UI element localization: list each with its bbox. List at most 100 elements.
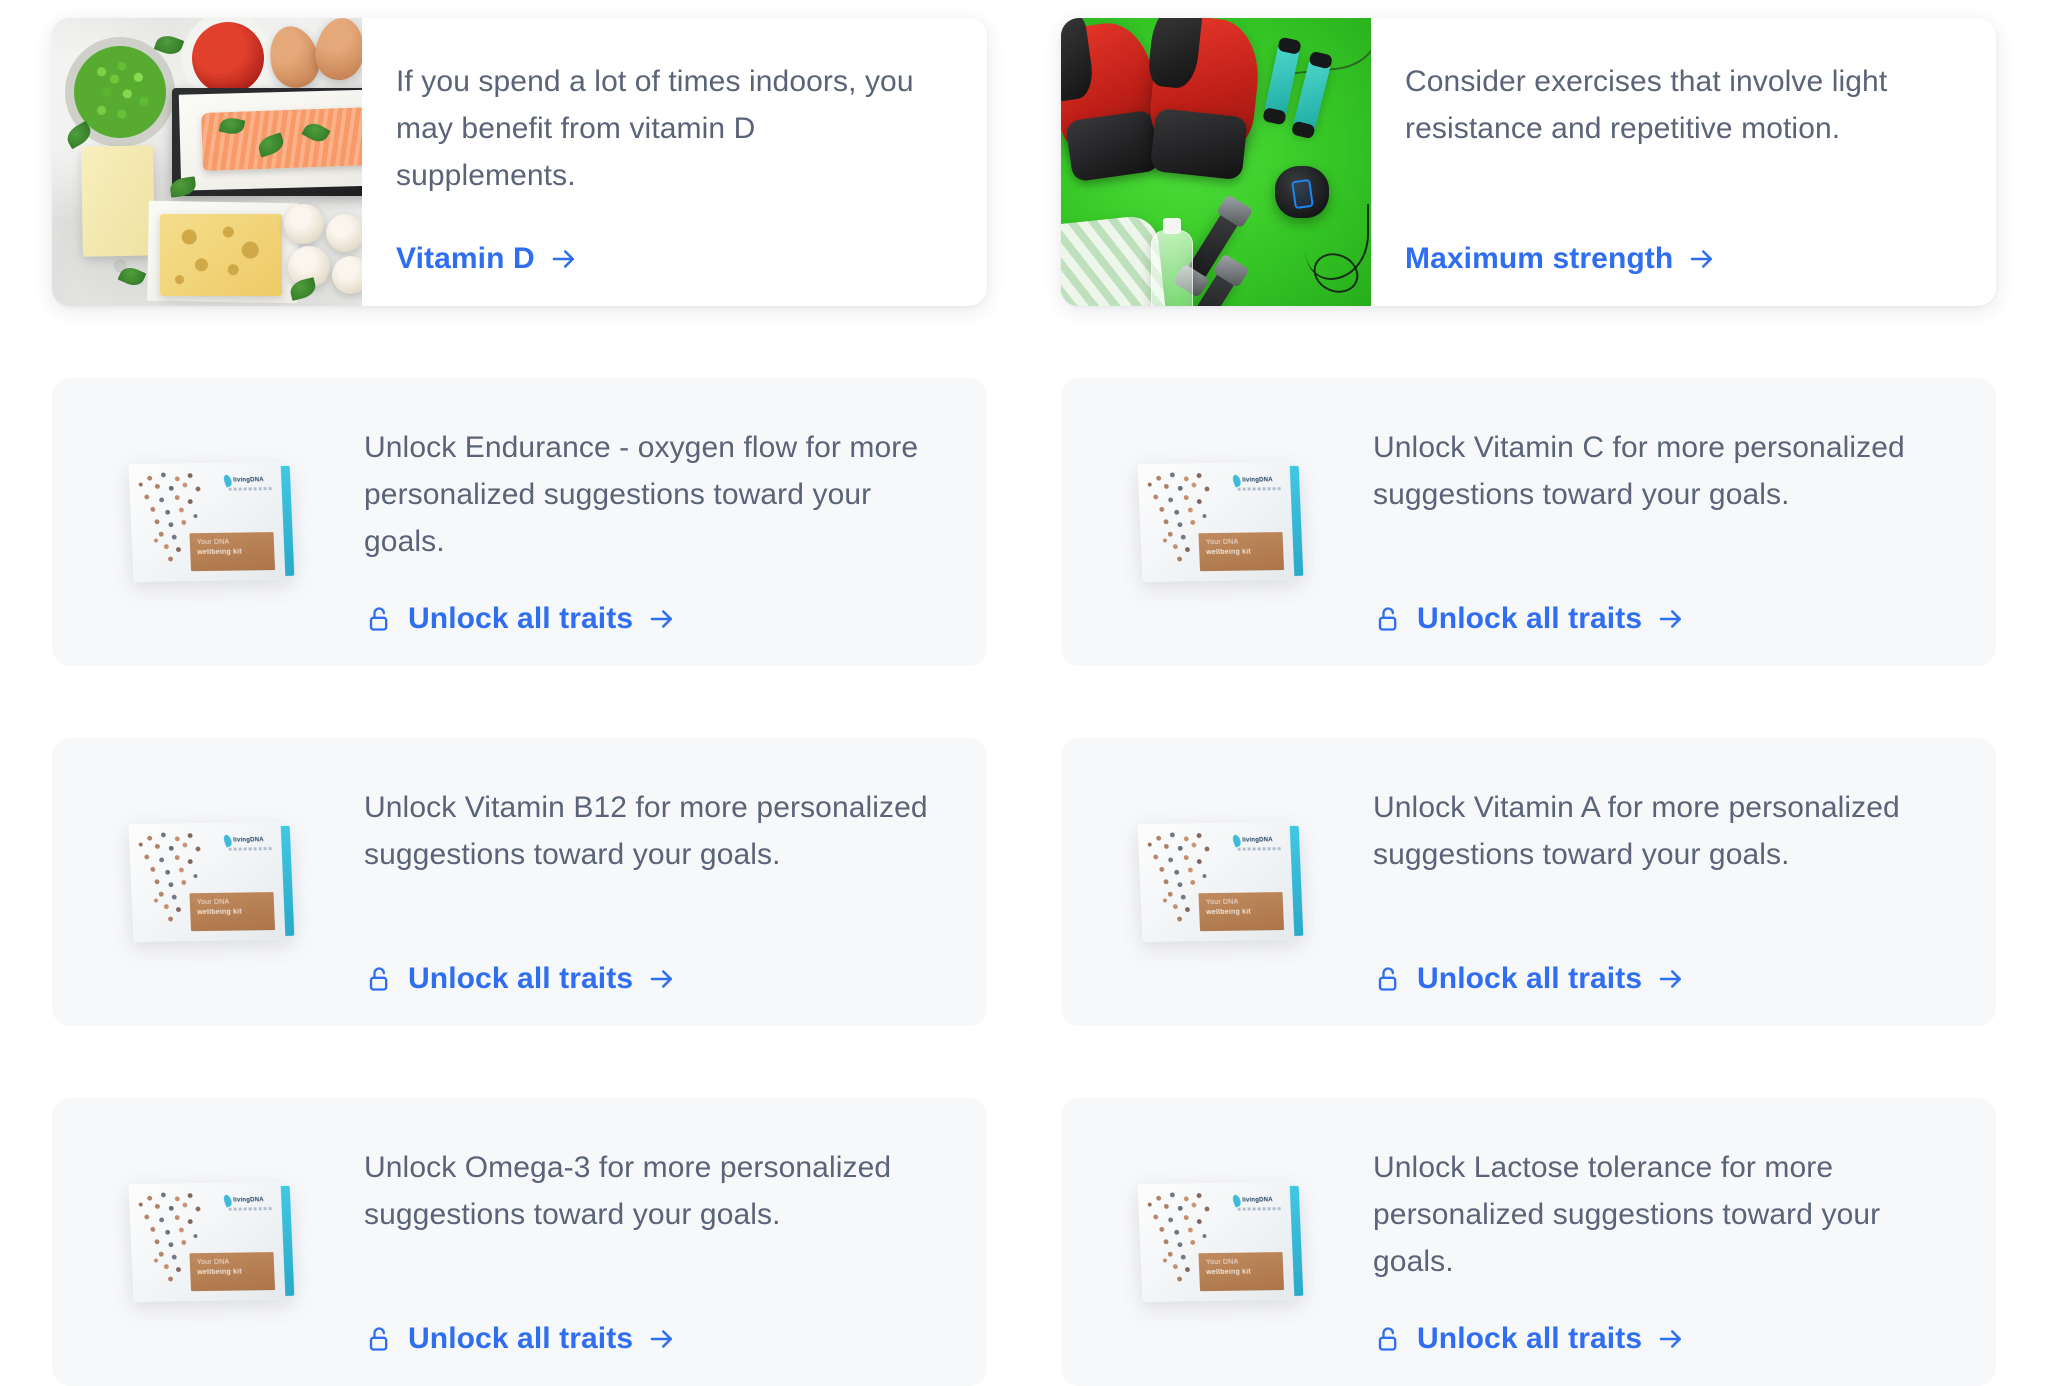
logo-text: livingDNA: [233, 477, 264, 484]
card-image-dna-kit: livingDNA Your DNA wellbeing kit: [52, 1098, 362, 1386]
arrow-right-icon: [647, 604, 677, 634]
arrow-right-icon: [647, 964, 677, 994]
card-cta-unlock-all-traits[interactable]: Unlock all traits: [1373, 1322, 1686, 1356]
boxing-glove: [1061, 18, 1164, 163]
cta-label: Vitamin D: [396, 242, 535, 275]
suggestion-card-vitamin-d[interactable]: If you spend a lot of times indoors, you…: [52, 18, 987, 306]
brown-egg: [311, 18, 362, 84]
card-cta-unlock-all-traits[interactable]: Unlock all traits: [1373, 602, 1686, 636]
card-description: Unlock Vitamin B12 for more personalized…: [364, 791, 928, 871]
card-cta-unlock-all-traits[interactable]: Unlock all traits: [1373, 962, 1686, 996]
arrow-right-icon: [549, 244, 579, 274]
card-image-dna-kit: livingDNA Your DNA wellbeing kit: [1061, 1098, 1371, 1386]
kit-box-face: livingDNA Your DNA wellbeing kit: [1137, 1181, 1295, 1303]
kit-box-face: livingDNA Your DNA wellbeing kit: [1137, 821, 1295, 943]
mushroom: [332, 256, 362, 294]
kit-label-line-2: wellbeing kit: [1206, 908, 1252, 917]
kit-label-line-2: wellbeing kit: [1206, 548, 1252, 557]
card-cta-maximum-strength[interactable]: Maximum strength: [1405, 242, 1717, 276]
logo-tagline: [228, 1207, 273, 1211]
cta-label: Maximum strength: [1405, 242, 1674, 275]
jump-rope-handle: [1263, 40, 1301, 122]
suggestion-card-vitamin-b12[interactable]: livingDNA Your DNA wellbeing kit Unlock …: [52, 738, 987, 1026]
logo-tagline: [1237, 487, 1282, 491]
dna-wellbeing-kit-box: livingDNA Your DNA wellbeing kit: [128, 461, 295, 583]
kit-box-face: livingDNA Your DNA wellbeing kit: [128, 1181, 286, 1303]
dna-wellbeing-kit-box: livingDNA Your DNA wellbeing kit: [1137, 461, 1304, 583]
unlocked-padlock-icon: [364, 965, 392, 993]
card-image-vitamin-d-foods: [52, 18, 362, 306]
card-body: Unlock Vitamin A for more personalized s…: [1371, 738, 1996, 1026]
unlocked-padlock-icon: [364, 1325, 392, 1353]
suggestion-card-maximum-strength[interactable]: Consider exercises that involve light re…: [1061, 18, 1996, 306]
kit-label-line-2: wellbeing kit: [1206, 1268, 1252, 1277]
cta-label: Unlock all traits: [1417, 1322, 1643, 1355]
cta-label: Unlock all traits: [408, 962, 634, 995]
logo-tagline: [1237, 1207, 1282, 1211]
logo-tagline: [1237, 847, 1282, 851]
logo-tagline: [228, 847, 273, 851]
card-cta-unlock-all-traits[interactable]: Unlock all traits: [364, 602, 677, 636]
kit-box-label-band: Your DNA wellbeing kit: [189, 532, 276, 572]
logo-mark-icon: [222, 473, 234, 488]
unlocked-padlock-icon: [364, 605, 392, 633]
basil-leaf: [153, 32, 185, 58]
arrow-right-icon: [1656, 604, 1686, 634]
logo-text: livingDNA: [1242, 837, 1273, 844]
card-description: Unlock Vitamin C for more personalized s…: [1373, 431, 1905, 511]
suggestion-card-lactose-tolerance[interactable]: livingDNA Your DNA wellbeing kit Unlock …: [1061, 1098, 1996, 1386]
water-bottle: [1151, 218, 1193, 306]
card-description: Unlock Vitamin A for more personalized s…: [1373, 791, 1900, 871]
bowl-of-tomato-jam: [192, 22, 264, 94]
card-body: Unlock Lactose tolerance for more person…: [1371, 1098, 1996, 1386]
suggestion-card-vitamin-a[interactable]: livingDNA Your DNA wellbeing kit Unlock …: [1061, 738, 1996, 1026]
kit-box-label-band: Your DNA wellbeing kit: [1198, 892, 1285, 932]
kit-label-line-2: wellbeing kit: [197, 1268, 243, 1277]
kit-box-label-band: Your DNA wellbeing kit: [1198, 532, 1285, 572]
fitness-equipment-photo: [1061, 18, 1371, 306]
cta-label: Unlock all traits: [1417, 602, 1643, 635]
card-cta-vitamin-d[interactable]: Vitamin D: [396, 242, 579, 276]
kit-box-label-band: Your DNA wellbeing kit: [189, 1252, 276, 1292]
unlocked-padlock-icon: [1373, 605, 1401, 633]
kit-box-label-band: Your DNA wellbeing kit: [1198, 1252, 1285, 1292]
suggestions-page: If you spend a lot of times indoors, you…: [0, 0, 2048, 1386]
arrow-right-icon: [647, 1324, 677, 1354]
card-image-dna-kit: livingDNA Your DNA wellbeing kit: [52, 738, 362, 1026]
card-image-dna-kit: livingDNA Your DNA wellbeing kit: [52, 378, 362, 666]
suggestion-card-vitamin-c[interactable]: livingDNA Your DNA wellbeing kit Unlock …: [1061, 378, 1996, 666]
card-image-dna-kit: livingDNA Your DNA wellbeing kit: [1061, 378, 1371, 666]
dna-wellbeing-kit-box: livingDNA Your DNA wellbeing kit: [128, 1181, 295, 1303]
logo-text: livingDNA: [233, 1197, 264, 1204]
card-body: Unlock Vitamin B12 for more personalized…: [362, 738, 987, 1026]
unlocked-padlock-icon: [1373, 965, 1401, 993]
suggestion-card-omega-3[interactable]: livingDNA Your DNA wellbeing kit Unlock …: [52, 1098, 987, 1386]
logo-text: livingDNA: [1242, 1197, 1273, 1204]
card-description: Unlock Endurance - oxygen flow for more …: [364, 431, 919, 558]
card-image-dna-kit: livingDNA Your DNA wellbeing kit: [1061, 738, 1371, 1026]
card-description: Unlock Omega-3 for more personalized sug…: [364, 1151, 892, 1231]
butter-block: [81, 145, 155, 257]
logo-tagline: [228, 487, 273, 491]
suggestion-card-endurance[interactable]: livingDNA Your DNA wellbeing kit Unlock …: [52, 378, 987, 666]
card-image-fitness-equipment: [1061, 18, 1371, 306]
logo-mark-icon: [1231, 1193, 1243, 1208]
cta-label: Unlock all traits: [408, 602, 634, 635]
boxing-glove: [1146, 18, 1264, 160]
card-body: Unlock Omega-3 for more personalized sug…: [362, 1098, 987, 1386]
basil-leaf: [117, 263, 147, 290]
logo-mark-icon: [222, 833, 234, 848]
cta-label: Unlock all traits: [408, 1322, 634, 1355]
card-cta-unlock-all-traits[interactable]: Unlock all traits: [364, 962, 677, 996]
kit-box-label-band: Your DNA wellbeing kit: [189, 892, 276, 932]
card-cta-unlock-all-traits[interactable]: Unlock all traits: [364, 1322, 677, 1356]
mushroom: [284, 204, 324, 244]
arrow-right-icon: [1656, 964, 1686, 994]
card-body: Unlock Endurance - oxygen flow for more …: [362, 378, 987, 666]
logo-mark-icon: [1231, 833, 1243, 848]
unlocked-padlock-icon: [1373, 1325, 1401, 1353]
dna-wellbeing-kit-box: livingDNA Your DNA wellbeing kit: [128, 821, 295, 943]
cta-label: Unlock all traits: [1417, 962, 1643, 995]
kit-label-line-2: wellbeing kit: [197, 548, 243, 557]
kit-box-face: livingDNA Your DNA wellbeing kit: [128, 821, 286, 943]
